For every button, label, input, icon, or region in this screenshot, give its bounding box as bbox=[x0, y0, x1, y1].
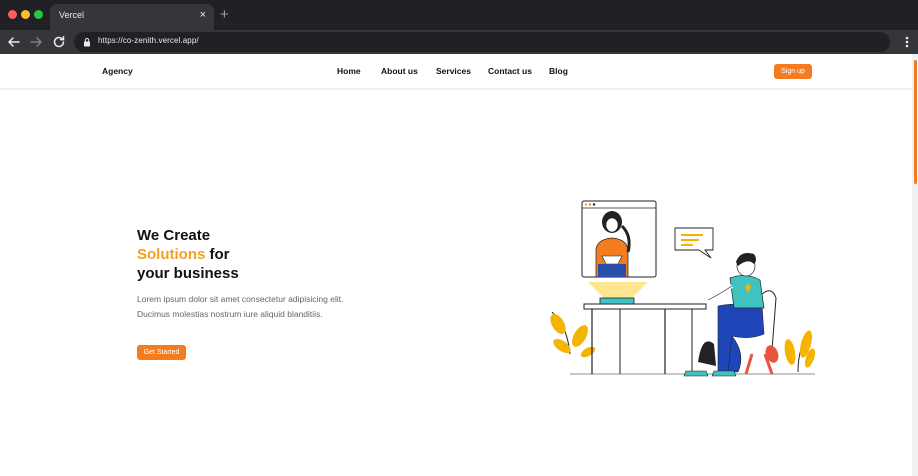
window-maximize-dot[interactable] bbox=[34, 10, 43, 19]
url-text[interactable]: https://co-zenith.vercel.app/ bbox=[98, 36, 199, 45]
page-viewport: Agency Home About us Services Contact us… bbox=[0, 54, 918, 476]
reload-icon[interactable] bbox=[50, 33, 68, 51]
hero-title-line2: Solutions for bbox=[137, 245, 239, 264]
nav-link-services[interactable]: Services bbox=[436, 66, 471, 76]
signup-button[interactable]: Sign up bbox=[774, 64, 812, 79]
left-plant-illustration bbox=[550, 311, 596, 358]
nav-link-contact[interactable]: Contact us bbox=[488, 66, 532, 76]
man-on-chair-illustration bbox=[683, 253, 777, 377]
site-navbar: Agency Home About us Services Contact us… bbox=[0, 54, 918, 89]
nav-link-home[interactable]: Home bbox=[337, 66, 361, 76]
get-started-button[interactable]: Get Started bbox=[137, 345, 186, 360]
hero-title: We Create Solutions for your business bbox=[137, 226, 239, 283]
nav-link-about[interactable]: About us bbox=[381, 66, 418, 76]
browser-tab[interactable]: Vercel × bbox=[50, 4, 214, 30]
hero-title-line1: We Create bbox=[137, 227, 211, 244]
hero-title-line2-rest: for bbox=[205, 246, 230, 263]
brand-logo[interactable]: Agency bbox=[102, 66, 133, 76]
hero-description: Lorem ipsum dolor sit amet consectetur a… bbox=[137, 294, 344, 319]
window-close-dot[interactable] bbox=[8, 10, 17, 19]
desk-illustration bbox=[570, 303, 815, 375]
nav-link-blog[interactable]: Blog bbox=[549, 66, 568, 76]
back-arrow-icon[interactable] bbox=[5, 33, 23, 51]
forward-arrow-icon[interactable] bbox=[27, 33, 45, 51]
lock-icon bbox=[84, 38, 90, 47]
video-call-illustration bbox=[550, 200, 816, 377]
chat-bubble-illustration bbox=[674, 227, 714, 259]
address-bar[interactable]: https://co-zenith.vercel.app/ bbox=[74, 32, 890, 52]
hero-title-line3: your business bbox=[137, 265, 239, 282]
new-tab-icon[interactable]: + bbox=[220, 6, 229, 23]
page-scrollbar-thumb[interactable] bbox=[914, 60, 917, 184]
window-minimize-dot[interactable] bbox=[21, 10, 30, 19]
projector-illustration bbox=[588, 282, 648, 305]
tab-close-icon[interactable]: × bbox=[200, 9, 206, 22]
kebab-menu-icon[interactable] bbox=[902, 34, 912, 50]
video-window-illustration bbox=[581, 200, 657, 278]
browser-tab-bar: Vercel × + bbox=[0, 0, 918, 30]
browser-toolbar: https://co-zenith.vercel.app/ bbox=[0, 30, 918, 54]
tab-title: Vercel bbox=[59, 10, 85, 20]
hero-title-accent: Solutions bbox=[137, 246, 206, 263]
